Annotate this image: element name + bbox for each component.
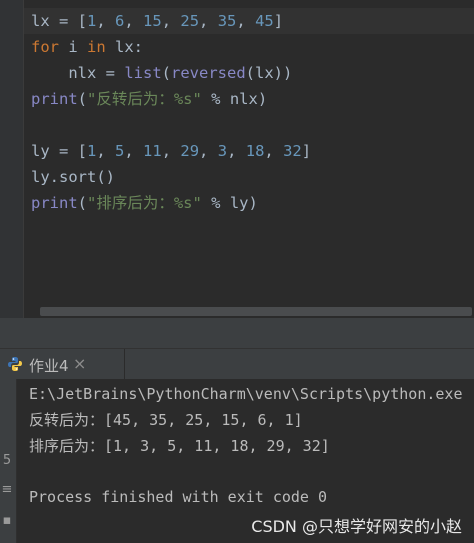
console-line-interpreter: E:\JetBrains\PythonCharm\venv\Scripts\py… [29,385,463,403]
stop-icon[interactable]: ▪ [0,513,14,531]
code-token: 1 [87,142,97,160]
code-token: 11 [143,142,162,160]
code-token: in [87,38,106,56]
horizontal-scrollbar-thumb[interactable] [40,307,472,316]
code-line-2[interactable]: for i in lx: [31,35,143,59]
code-token: 1 [87,12,97,30]
code-line-8[interactable]: print("排序后为：%s" % ly) [31,191,258,215]
code-token: ] [273,12,284,30]
code-token: 6 [115,12,125,30]
tab-run-config[interactable]: 作业4 × [0,349,125,379]
code-token: ( [161,64,171,82]
code-token: ly.sort() [31,168,115,186]
code-token: , [124,12,144,30]
close-icon[interactable]: × [73,354,86,373]
code-token: , [264,142,284,160]
code-token: % nlx) [201,90,268,108]
code-token: , [124,142,144,160]
code-token: ( [77,90,88,108]
code-token: reversed [171,64,246,82]
panel-splitter[interactable] [0,318,474,348]
code-token: 25 [180,12,200,30]
code-token: , [161,142,181,160]
soft-wrap-icon[interactable]: ≡ [0,482,14,500]
code-token: ] [301,142,312,160]
code-token: % ly) [201,194,258,212]
run-toolbar: 5 ≡ ▪ [0,379,16,543]
code-token: , [227,142,246,160]
code-token: 15 [143,12,162,30]
console-output[interactable]: E:\JetBrains\PythonCharm\venv\Scripts\py… [17,379,474,543]
code-token: lx = [ [31,12,87,30]
editor-gutter [0,0,23,318]
code-token: lx: [105,38,143,56]
code-token: , [96,12,116,30]
console-line-sorted: 排序后为：[1, 3, 5, 11, 18, 29, 32] [29,437,330,455]
code-token: i [59,38,87,56]
console-line-exit: Process finished with exit code 0 [29,488,328,506]
watermark: CSDN @只想学好网安的小赵 [251,517,462,536]
code-token: 45 [255,12,274,30]
code-token: ( [77,194,88,212]
code-token: "排序后为：%s" [87,194,202,212]
code-token: "反转后为：%s" [87,90,202,108]
code-token: 29 [180,142,200,160]
code-token: nlx = [31,64,125,82]
code-line-3[interactable]: nlx = list(reversed(lx)) [31,61,292,85]
code-token: (lx)) [245,64,293,82]
code-token: 18 [245,142,265,160]
code-editor[interactable]: lx = [1, 6, 15, 25, 35, 45] for i in lx:… [0,0,474,318]
tab-label: 作业4 [29,357,69,375]
code-token: ly = [ [31,142,87,160]
code-token: , [199,12,218,30]
code-line-4[interactable]: print("反转后为：%s" % nlx) [31,87,267,111]
code-token: print [31,194,78,212]
run-tab-bar: 作业4 × [0,348,474,379]
code-line-6[interactable]: ly = [1, 5, 11, 29, 3, 18, 32] [31,139,311,163]
rerun-icon[interactable]: 5 [0,453,14,471]
code-token: , [199,142,218,160]
code-token: , [161,12,181,30]
console-line-reversed: 反转后为：[45, 35, 25, 15, 6, 1] [29,411,303,429]
code-line-7[interactable]: ly.sort() [31,165,115,189]
code-token: , [96,142,116,160]
gutter-divider [23,0,24,318]
python-icon [8,357,22,371]
code-token: 3 [217,142,228,160]
code-line-1[interactable]: lx = [1, 6, 15, 25, 35, 45] [31,9,283,33]
code-token: 35 [217,12,237,30]
code-token: for [31,38,59,56]
code-token: 5 [115,142,125,160]
code-token: , [236,12,256,30]
code-token: list [124,64,162,82]
code-token: 32 [283,142,302,160]
code-token: print [31,90,78,108]
